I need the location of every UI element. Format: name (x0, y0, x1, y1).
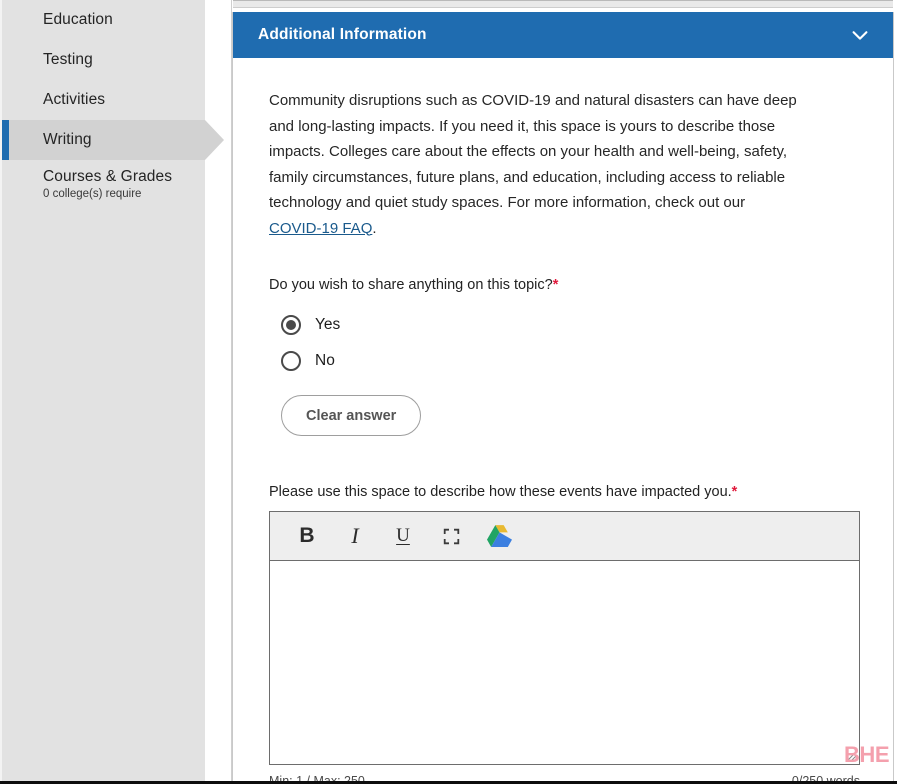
rich-text-editor: B I U (269, 511, 860, 765)
radio-label-no: No (315, 352, 335, 369)
italic-icon[interactable]: I (334, 517, 376, 555)
radio-button-yes[interactable] (281, 315, 301, 335)
sidebar-item-education[interactable]: Education (2, 0, 205, 40)
sidebar-item-writing[interactable]: Writing (2, 120, 224, 160)
sidebar-item-activities[interactable]: Activities (2, 80, 205, 120)
application-root: Education Testing Activities Writing Cou… (0, 0, 897, 784)
intro-text-part1: Community disruptions such as COVID-19 a… (269, 92, 797, 211)
essay-textarea[interactable] (270, 561, 859, 764)
sidebar-item-label: Testing (43, 51, 93, 68)
share-topic-question-label: Do you wish to share anything on this to… (269, 275, 859, 295)
essay-editor-block: Please use this space to describe how th… (269, 482, 860, 784)
google-drive-icon[interactable] (478, 517, 520, 555)
sidebar-item-sublabel: 0 college(s) require (43, 187, 142, 200)
content-column: Additional Information Community disrupt… (232, 0, 894, 784)
bold-icon[interactable]: B (286, 517, 328, 555)
essay-prompt-text: Please use this space to describe how th… (269, 484, 732, 500)
essay-textarea-wrap (270, 561, 859, 764)
radio-button-no[interactable] (281, 351, 301, 371)
question-text: Do you wish to share anything on this to… (269, 277, 553, 293)
essay-prompt-label: Please use this space to describe how th… (269, 482, 859, 502)
sidebar-item-label: Writing (43, 131, 92, 148)
additional-information-body: Community disruptions such as COVID-19 a… (233, 58, 893, 784)
clear-answer-button[interactable]: Clear answer (281, 395, 422, 436)
page-title: Additional Information (258, 26, 427, 43)
underline-icon[interactable]: U (382, 517, 424, 555)
required-asterisk: * (731, 484, 738, 500)
radio-option-no[interactable]: No (281, 343, 859, 379)
intro-paragraph: Community disruptions such as COVID-19 a… (269, 88, 799, 241)
additional-information-header[interactable]: Additional Information (233, 12, 893, 58)
sidebar-item-label: Education (43, 11, 113, 28)
sidebar-item-testing[interactable]: Testing (2, 40, 205, 80)
additional-information-card: Additional Information Community disrupt… (232, 12, 894, 784)
application-sidebar: Education Testing Activities Writing Cou… (0, 0, 224, 784)
chevron-down-icon[interactable] (849, 24, 871, 46)
main-content: Additional Information Community disrupt… (231, 0, 897, 784)
radio-label-yes: Yes (315, 316, 341, 333)
active-indicator-arrow (205, 120, 224, 160)
sidebar-nav-list: Education Testing Activities Writing Cou… (2, 0, 224, 208)
intro-text-part2: . (372, 219, 377, 237)
covid-19-faq-link[interactable]: COVID-19 FAQ (269, 220, 372, 237)
editor-toolbar: B I U (270, 512, 859, 561)
sidebar-item-label: Activities (43, 91, 106, 108)
sidebar-item-courses-and-grades[interactable]: Courses & Grades 0 college(s) require (2, 160, 205, 208)
sidebar-item-label: Courses & Grades (43, 167, 173, 185)
required-asterisk: * (552, 277, 559, 293)
radio-option-yes[interactable]: Yes (281, 307, 859, 343)
previous-section-sliver (233, 0, 893, 8)
fullscreen-icon[interactable] (430, 517, 472, 555)
